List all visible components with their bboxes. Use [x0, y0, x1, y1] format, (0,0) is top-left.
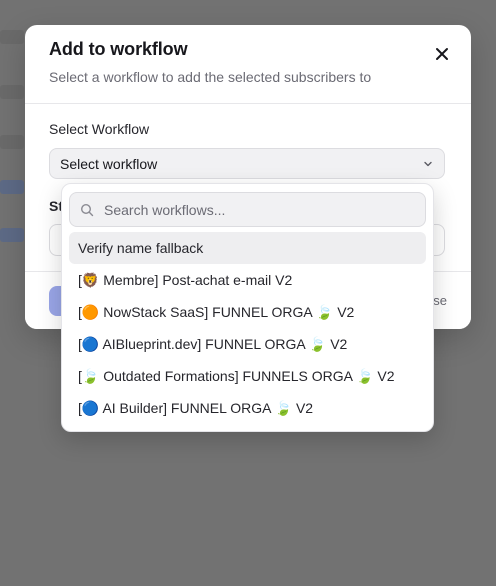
search-icon — [80, 203, 94, 216]
workflow-option[interactable]: [🍃 Outdated Formations] FUNNELS ORGA 🍃 V… — [69, 360, 426, 392]
workflow-select-value: Select workflow — [60, 155, 158, 172]
background-item — [0, 135, 24, 149]
app-screen: Add to workflow Select a workflow to add… — [0, 0, 496, 586]
background-item — [0, 85, 24, 99]
dialog-header: Add to workflow Select a workflow to add… — [25, 25, 471, 104]
select-workflow-label: Select Workflow — [49, 121, 150, 137]
chevron-down-icon — [422, 158, 434, 170]
background-item — [0, 30, 24, 44]
close-text-button[interactable]: se — [433, 293, 447, 308]
workflow-options-list: Verify name fallback [🦁 Membre] Post-ach… — [69, 232, 426, 424]
dialog-title: Add to workflow — [49, 39, 188, 59]
background-item — [0, 228, 24, 242]
workflow-dropdown: Verify name fallback [🦁 Membre] Post-ach… — [61, 183, 434, 432]
close-icon — [436, 48, 448, 60]
workflow-option[interactable]: [🔵 AI Builder] FUNNEL ORGA 🍃 V2 — [69, 392, 426, 424]
search-box[interactable] — [69, 192, 426, 227]
workflow-option[interactable]: Verify name fallback — [69, 232, 426, 264]
search-input[interactable] — [102, 200, 406, 219]
workflow-select[interactable]: Select workflow — [49, 148, 445, 179]
workflow-option[interactable]: [🟠 NowStack SaaS] FUNNEL ORGA 🍃 V2 — [69, 296, 426, 328]
close-button[interactable] — [431, 43, 453, 65]
workflow-option[interactable]: [🔵 AIBlueprint.dev] FUNNEL ORGA 🍃 V2 — [69, 328, 426, 360]
dialog-subtitle: Select a workflow to add the selected su… — [49, 69, 372, 85]
workflow-option[interactable]: [🦁 Membre] Post-achat e-mail V2 — [69, 264, 426, 296]
background-item — [0, 180, 24, 194]
